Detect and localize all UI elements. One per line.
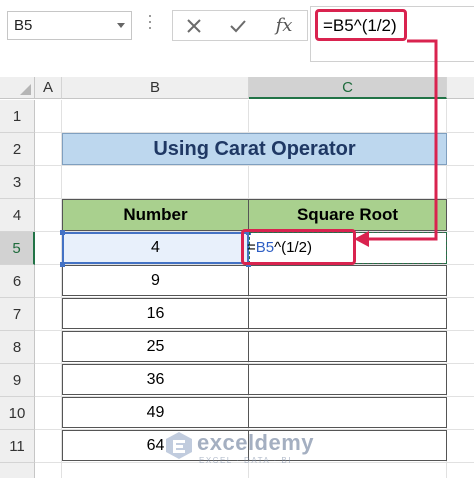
cell-c8[interactable] [248, 331, 447, 362]
row-header-7[interactable]: 7 [0, 298, 35, 331]
fx-icon: fx [275, 15, 293, 36]
cell-c9[interactable] [248, 364, 447, 395]
formula-buttons: fx [172, 10, 308, 41]
row-header-1[interactable]: 1 [0, 100, 35, 133]
exceldemy-logo-icon [166, 432, 192, 459]
drag-handle-icon[interactable] [147, 15, 153, 35]
selection-handle[interactable] [60, 230, 65, 235]
name-box[interactable]: B5 [7, 11, 132, 40]
check-icon [230, 19, 246, 32]
cell-b10[interactable]: 49 [62, 397, 249, 428]
cell-highlight-box [241, 229, 356, 265]
row-header-10[interactable]: 10 [0, 397, 35, 430]
cell-b8[interactable]: 25 [62, 331, 249, 362]
row-header-8[interactable]: 8 [0, 331, 35, 364]
header-square-root[interactable]: Square Root [248, 199, 447, 231]
watermark-tagline: EXCEL · DATA · BI [199, 456, 292, 465]
selection-range-b5 [62, 232, 249, 264]
watermark-name: exceldemy [197, 430, 315, 455]
cell-c6[interactable] [248, 265, 447, 296]
sheet-title[interactable]: Using Carat Operator [62, 133, 447, 165]
cell-b6[interactable]: 9 [62, 265, 249, 296]
row-header-6[interactable]: 6 [0, 265, 35, 298]
row-header-2[interactable]: 2 [0, 133, 35, 166]
close-icon [187, 18, 201, 33]
select-all-icon [20, 84, 31, 95]
exceldemy-watermark: exceldemy EXCEL · DATA · BI [163, 428, 315, 468]
cell-c7[interactable] [248, 298, 447, 329]
row-header-11[interactable]: 11 [0, 430, 35, 463]
chevron-down-icon[interactable] [117, 23, 125, 28]
enter-button[interactable] [217, 11, 259, 40]
column-header-b[interactable]: B [62, 77, 249, 99]
column-header-a[interactable]: A [35, 77, 62, 99]
cell-b7[interactable]: 16 [62, 298, 249, 329]
formula-bar: B5 fx =B5^(1/2) [0, 0, 474, 76]
column-header-d[interactable] [447, 77, 474, 99]
row-header-3[interactable]: 3 [0, 166, 35, 199]
select-all-corner[interactable] [0, 77, 35, 99]
name-box-value: B5 [14, 17, 33, 34]
column-header-c[interactable]: C [249, 77, 447, 99]
insert-function-button[interactable]: fx [263, 11, 305, 40]
row-header-4[interactable]: 4 [0, 199, 35, 232]
formula-highlight-box [315, 9, 407, 41]
header-number[interactable]: Number [62, 199, 249, 231]
row-header-9[interactable]: 9 [0, 364, 35, 397]
gridline [35, 165, 474, 166]
cancel-button[interactable] [173, 11, 215, 40]
cell-b9[interactable]: 36 [62, 364, 249, 395]
row-header-5[interactable]: 5 [0, 232, 35, 265]
row-header-12[interactable] [0, 463, 35, 478]
cell-c10[interactable] [248, 397, 447, 428]
selection-handle[interactable] [60, 262, 65, 267]
